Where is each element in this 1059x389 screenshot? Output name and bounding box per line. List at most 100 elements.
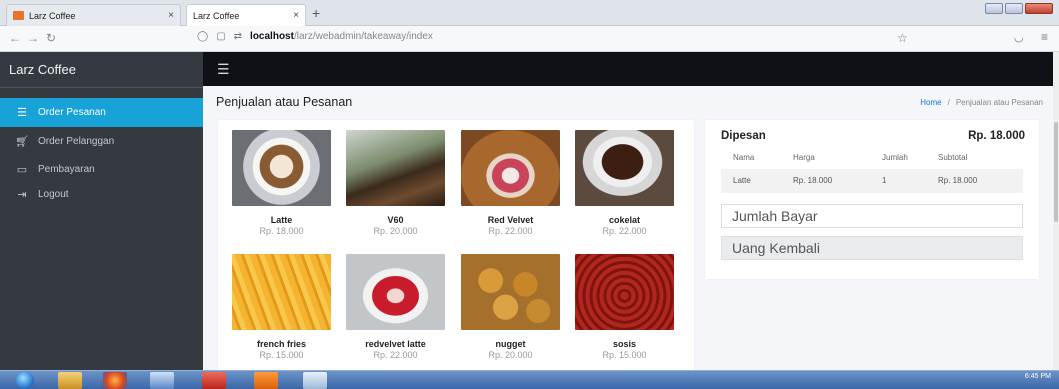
window-controls [985, 3, 1053, 14]
sidebar-item-label: Order Pelanggan [38, 135, 115, 147]
os-taskbar: 6:45 PM [0, 370, 1059, 389]
hamburger-menu-icon[interactable]: ≡ [1041, 30, 1048, 44]
window-close-button[interactable] [1025, 3, 1053, 14]
page-icon: ▢ [216, 31, 226, 42]
bookmark-star-icon[interactable]: ☆ [897, 31, 908, 45]
back-arrow-icon[interactable]: ← [9, 31, 21, 45]
product-image [575, 130, 674, 206]
product-name: redvelvet latte [365, 339, 426, 349]
brand-title[interactable]: Larz Coffee [0, 52, 203, 88]
column-header-nama: Nama [733, 153, 755, 162]
product-card-cokelat[interactable]: cokelat Rp. 22.000 [575, 130, 674, 236]
product-card-redvelvet-latte[interactable]: redvelvet latte Rp. 22.000 [346, 254, 445, 360]
product-price: Rp. 20.000 [373, 226, 418, 236]
product-name: french fries [256, 339, 307, 349]
product-image [575, 254, 674, 330]
order-total: Rp. 18.000 [968, 130, 1025, 142]
url-host: localhost [250, 31, 294, 42]
product-grid: Latte Rp. 18.000 V60 Rp. 20.000 Red Velv… [218, 120, 694, 370]
product-name: V60 [387, 215, 404, 225]
address-bar[interactable]: ◯ ▢ ⇄ localhost/larz/webadmin/takeaway/i… [197, 31, 433, 42]
top-navbar: ☰ [203, 52, 1059, 86]
maximize-button[interactable] [1005, 3, 1023, 14]
url-path: /larz/webadmin/takeaway/index [293, 31, 433, 42]
logout-icon: ⇥ [17, 188, 27, 201]
product-price: Rp. 22.000 [602, 226, 647, 236]
product-image [461, 130, 560, 206]
product-name: cokelat [608, 215, 641, 225]
column-header-jumlah: Jumlah [882, 153, 908, 162]
menu-toggle-icon[interactable]: ☰ [217, 61, 230, 78]
sidebar-item-label: Pembayaran [38, 163, 95, 175]
cell-jumlah: 1 [882, 176, 887, 185]
product-price: Rp. 22.000 [373, 350, 418, 360]
column-header-harga: Harga [793, 153, 815, 162]
firefox-icon[interactable] [103, 372, 127, 389]
product-price: Rp. 22.000 [488, 226, 533, 236]
start-button-icon[interactable] [16, 372, 34, 389]
breadcrumb-separator: / [947, 98, 950, 107]
product-name: nugget [495, 339, 526, 349]
system-clock[interactable]: 6:45 PM [1025, 373, 1051, 381]
sidebar-item-label: Logout [38, 188, 69, 200]
sidebar-item-order-pesanan[interactable]: ☰ Order Pesanan [0, 98, 203, 127]
sidebar-item-order-pelanggan[interactable]: 🛒︎ Order Pelanggan [0, 127, 203, 155]
sidebar-item-logout[interactable]: ⇥ Logout [0, 180, 203, 208]
product-name: Latte [270, 215, 293, 225]
product-price: Rp. 15.000 [602, 350, 647, 360]
cart-icon: 🛒︎ [15, 135, 29, 148]
pocket-icon[interactable]: ◡ [1014, 31, 1024, 44]
breadcrumb: Home / Penjualan atau Pesanan [920, 98, 1043, 107]
file-explorer-icon[interactable] [58, 372, 82, 389]
page-scrollbar[interactable] [1053, 52, 1059, 370]
product-card-nugget[interactable]: nugget Rp. 20.000 [461, 254, 560, 360]
favicon-icon [13, 11, 24, 20]
reload-icon[interactable]: ↻ [46, 31, 56, 45]
main-content: Penjualan atau Pesanan Home / Penjualan … [203, 86, 1053, 370]
sidebar-item-pembayaran[interactable]: ▭ Pembayaran [0, 155, 203, 183]
product-card-red-velvet[interactable]: Red Velvet Rp. 22.000 [461, 130, 560, 236]
product-price: Rp. 18.000 [259, 226, 304, 236]
product-image [461, 254, 560, 330]
browser-tab-1[interactable]: Larz Coffee × [6, 4, 181, 26]
product-price: Rp. 20.000 [488, 350, 533, 360]
sidebar-item-label: Order Pesanan [38, 107, 106, 118]
close-tab-icon[interactable]: × [168, 10, 174, 21]
page-title: Penjualan atau Pesanan [216, 95, 353, 109]
scrollbar-thumb[interactable] [1054, 122, 1058, 222]
product-card-latte[interactable]: Latte Rp. 18.000 [232, 130, 331, 236]
product-card-french-fries[interactable]: french fries Rp. 15.000 [232, 254, 331, 360]
forward-arrow-icon[interactable]: → [27, 31, 39, 45]
product-price: Rp. 15.000 [259, 350, 304, 360]
product-card-sosis[interactable]: sosis Rp. 15.000 [575, 254, 674, 360]
uang-kembali-field: Uang Kembali [721, 236, 1023, 260]
xampp-icon[interactable] [202, 372, 226, 389]
product-name: Red Velvet [487, 215, 534, 225]
new-tab-button[interactable]: + [312, 5, 320, 21]
table-row[interactable]: Latte Rp. 18.000 1 Rp. 18.000 [721, 169, 1023, 193]
product-image [232, 130, 331, 206]
cell-subtotal: Rp. 18.000 [938, 176, 978, 185]
close-tab-icon[interactable]: × [293, 10, 299, 21]
minimize-button[interactable] [985, 3, 1003, 14]
paint-icon[interactable] [303, 372, 327, 389]
tab-title: Larz Coffee [193, 10, 240, 21]
monitor-icon: ▭ [16, 163, 28, 176]
network-tool-icon[interactable] [150, 372, 174, 389]
column-header-subtotal: Subtotal [938, 153, 968, 162]
order-panel: Dipesan Rp. 18.000 Nama Harga Jumlah Sub… [705, 120, 1039, 279]
layers-icon: ☰ [17, 107, 27, 119]
product-image [346, 254, 445, 330]
product-card-v60[interactable]: V60 Rp. 20.000 [346, 130, 445, 236]
tab-title: Larz Coffee [29, 10, 76, 21]
browser-tab-2[interactable]: Larz Coffee × [186, 4, 306, 26]
breadcrumb-home-link[interactable]: Home [920, 98, 941, 107]
order-title: Dipesan [721, 130, 766, 142]
sublime-text-icon[interactable] [254, 372, 278, 389]
product-name: sosis [612, 339, 636, 349]
cell-nama: Latte [733, 176, 751, 185]
sidebar: Larz Coffee ☰ Order Pesanan 🛒︎ Order Pel… [0, 52, 203, 370]
permissions-icon: ⇄ [233, 31, 243, 42]
browser-tab-bar: Larz Coffee × Larz Coffee × + [0, 0, 1059, 26]
jumlah-bayar-input[interactable]: Jumlah Bayar [721, 204, 1023, 228]
